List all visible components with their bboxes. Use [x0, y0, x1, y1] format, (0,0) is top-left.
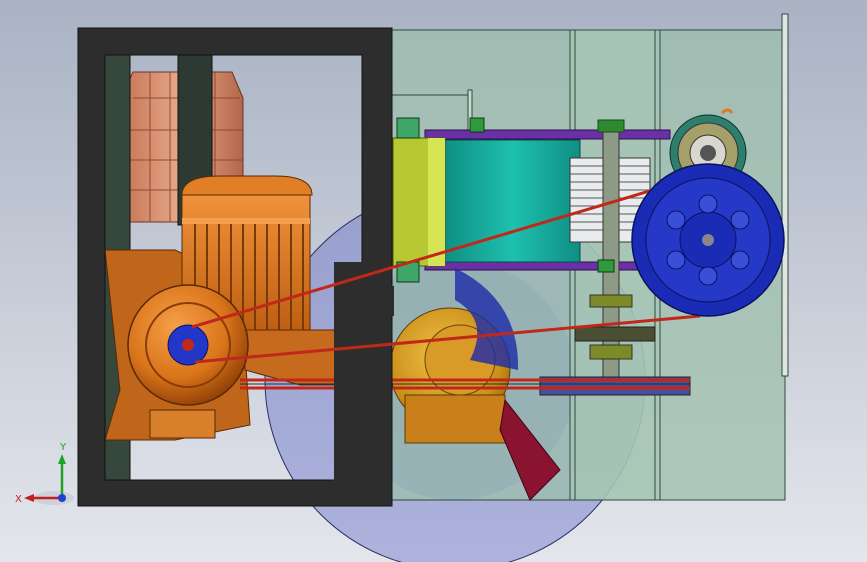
- assembly-scene[interactable]: [0, 0, 867, 562]
- motor-end-cap: [127, 284, 249, 406]
- teal-guard: [444, 139, 581, 263]
- z-axis-dot: [58, 494, 66, 502]
- large-pulley: [631, 163, 785, 317]
- y-axis-label: Y: [59, 442, 67, 453]
- axis-triad: Y X: [15, 442, 74, 505]
- cad-viewport[interactable]: Y X: [0, 0, 867, 562]
- x-axis-label: X: [15, 494, 22, 505]
- yellow-green-drum: [392, 137, 446, 267]
